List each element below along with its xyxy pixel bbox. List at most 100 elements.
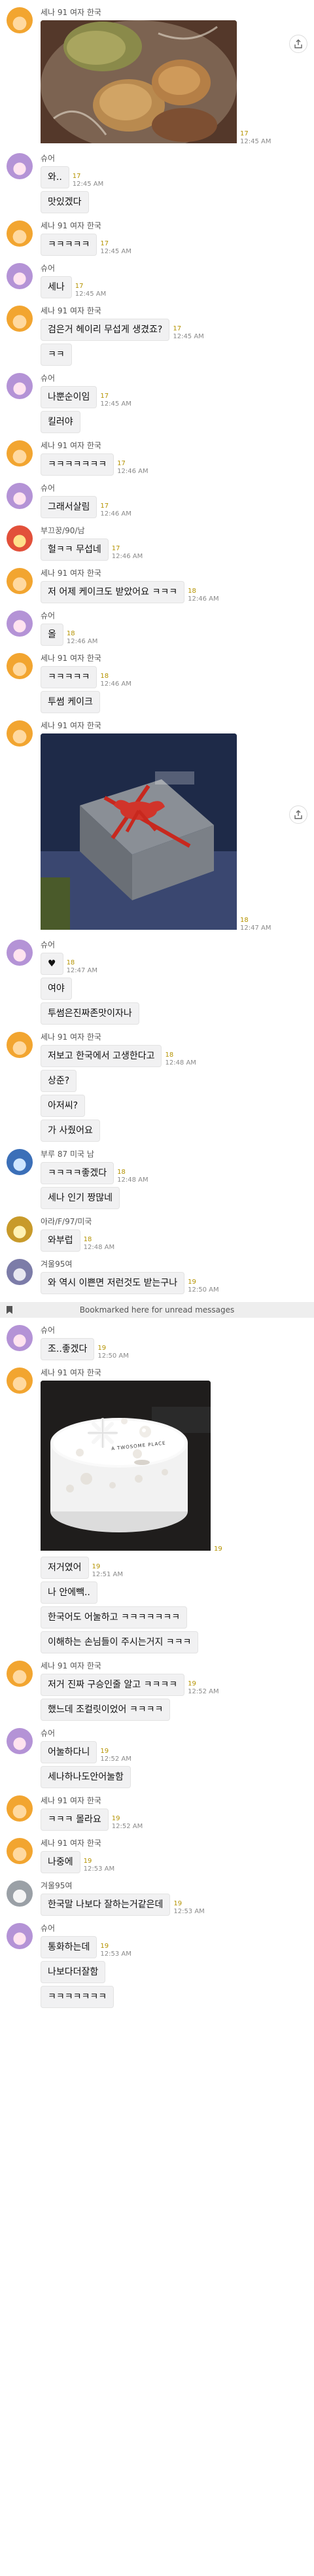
- message-bubble[interactable]: 한국어도 어눌하고 ㅋㅋㅋㅋㅋㅋㅋ: [41, 1606, 188, 1629]
- avatar[interactable]: [7, 525, 33, 552]
- avatar[interactable]: [7, 1216, 33, 1243]
- sender-name[interactable]: 슈어: [41, 1325, 309, 1336]
- avatar[interactable]: [7, 568, 33, 594]
- avatar[interactable]: [7, 373, 33, 399]
- avatar[interactable]: [7, 940, 33, 966]
- message-bubble[interactable]: 이해하는 손님들이 주시는거지 ㅋㅋㅋ: [41, 1631, 199, 1653]
- sender-name[interactable]: 슈어: [41, 610, 309, 622]
- avatar[interactable]: [7, 440, 33, 467]
- avatar[interactable]: [7, 1923, 33, 1949]
- sender-name[interactable]: 세나 91 여자 한국: [41, 440, 309, 451]
- message-bubble[interactable]: 저 어제 케이크도 받았어요 ㅋㅋㅋ: [41, 581, 185, 603]
- message-bubble[interactable]: 조..좋겠다: [41, 1338, 95, 1360]
- avatar[interactable]: [7, 221, 33, 247]
- avatar[interactable]: [7, 1032, 33, 1058]
- avatar[interactable]: [7, 7, 33, 33]
- sender-name[interactable]: 세나 91 여자 한국: [41, 568, 309, 579]
- avatar[interactable]: [7, 653, 33, 679]
- message-group: 세나 91 여자 한국 ㅋㅋㅋㅋㅋ 18 12:46 AM 투썸 케이크: [0, 653, 314, 713]
- message-bubble[interactable]: ㅋㅋㅋㅋ좋겠다: [41, 1162, 114, 1184]
- sender-name[interactable]: 세나 91 여자 한국: [41, 306, 309, 317]
- sender-name[interactable]: 세나 91 여자 한국: [41, 720, 309, 732]
- avatar[interactable]: [7, 610, 33, 637]
- sender-name[interactable]: 부루 87 미국 남: [41, 1149, 309, 1160]
- message-bubble[interactable]: 올: [41, 624, 63, 646]
- avatar[interactable]: [7, 1880, 33, 1907]
- message-bubble[interactable]: 저거 진짜 구승인줄 알고 ㅋㅋㅋㅋ: [41, 1674, 185, 1696]
- sender-name[interactable]: 슈어: [41, 373, 309, 384]
- message-bubble[interactable]: 저거였어: [41, 1557, 89, 1579]
- photo-message[interactable]: [41, 20, 237, 146]
- avatar[interactable]: [7, 720, 33, 747]
- sender-name[interactable]: 세나 91 여자 한국: [41, 221, 309, 232]
- avatar[interactable]: [7, 263, 33, 289]
- avatar[interactable]: [7, 1838, 33, 1864]
- photo-message[interactable]: [41, 733, 237, 932]
- sender-name[interactable]: 세나 91 여자 한국: [41, 653, 309, 664]
- message-bubble[interactable]: 세나 인기 짱많네: [41, 1187, 120, 1209]
- sender-name[interactable]: 세나 91 여자 한국: [41, 1032, 309, 1043]
- sender-name[interactable]: 슈어: [41, 153, 309, 164]
- message-bubble[interactable]: 와부럽: [41, 1229, 80, 1252]
- avatar[interactable]: [7, 1367, 33, 1394]
- sender-name[interactable]: 슈어: [41, 263, 309, 274]
- message-bubble[interactable]: 킬러야: [41, 411, 80, 433]
- sender-name[interactable]: 슈어: [41, 1923, 309, 1934]
- message-bubble[interactable]: ㅋㅋㅋㅋㅋ: [41, 666, 97, 688]
- sender-name[interactable]: 세나 91 여자 한국: [41, 7, 309, 18]
- message-bubble[interactable]: ㅋㅋ: [41, 344, 72, 366]
- message-bubble[interactable]: 나뿐순이임: [41, 386, 97, 408]
- message-bubble[interactable]: 세나: [41, 276, 72, 298]
- avatar[interactable]: [7, 1728, 33, 1754]
- sender-name[interactable]: 겨울95여: [41, 1880, 309, 1892]
- avatar[interactable]: [7, 1795, 33, 1822]
- message-bubble[interactable]: 저보고 한국에서 고생한다고: [41, 1045, 162, 1067]
- sender-name[interactable]: 아라/F/97/미국: [41, 1216, 309, 1227]
- message-bubble[interactable]: 투썸 케이크: [41, 691, 100, 713]
- message-bubble[interactable]: 나보다더잘함: [41, 1961, 106, 1983]
- message-bubble[interactable]: 검은거 헤이리 무섭게 생겼죠?: [41, 319, 170, 341]
- avatar[interactable]: [7, 306, 33, 332]
- message-bubble[interactable]: 와..: [41, 166, 69, 188]
- message-bubble[interactable]: 어눌하다니: [41, 1741, 97, 1763]
- message-bubble[interactable]: ㅋㅋㅋ 몰라요: [41, 1808, 109, 1831]
- message-bubble[interactable]: 맛있겠다: [41, 191, 89, 213]
- message-bubble[interactable]: 통화하는데: [41, 1936, 97, 1958]
- message-bubble[interactable]: ㅋㅋㅋㅋㅋ: [41, 234, 97, 256]
- message-bubble[interactable]: 상준?: [41, 1070, 77, 1092]
- avatar[interactable]: [7, 1259, 33, 1285]
- photo-message[interactable]: A TWOSOME PLACE: [41, 1381, 211, 1553]
- message-bubble[interactable]: 와 역시 이쁜면 저런것도 받는구나: [41, 1272, 185, 1294]
- sender-name[interactable]: 세나 91 여자 한국: [41, 1661, 309, 1672]
- share-button[interactable]: [289, 35, 307, 53]
- message-bubble[interactable]: 여야: [41, 978, 72, 1000]
- sender-name[interactable]: 슈어: [41, 940, 309, 951]
- avatar[interactable]: [7, 1325, 33, 1351]
- message-bubble[interactable]: 했느데 조컬릿이었어 ㅋㅋㅋㅋ: [41, 1699, 171, 1721]
- message-bubble[interactable]: 나 안에빽..: [41, 1581, 97, 1604]
- sender-name[interactable]: 겨울95여: [41, 1259, 309, 1270]
- avatar[interactable]: [7, 483, 33, 509]
- message-bubble[interactable]: 투썸은진짜존맛이자나: [41, 1002, 139, 1025]
- message-bubble[interactable]: ㅋㅋㅋㅋㅋㅋㅋ: [41, 1986, 114, 2008]
- share-button[interactable]: [289, 805, 307, 824]
- message-bubble[interactable]: 헐ㅋㅋ 무섭네: [41, 538, 109, 561]
- avatar[interactable]: [7, 1149, 33, 1175]
- sender-name[interactable]: 부끄꿍/90/남: [41, 525, 309, 537]
- message-bubble[interactable]: 아저씨?: [41, 1095, 86, 1117]
- chat-thread[interactable]: 세나 91 여자 한국 17 12:45 AM 슈어 와.. 17 12:45 AM 맛있겠다…: [0, 0, 314, 2576]
- message-bubble[interactable]: 그래서살림: [41, 496, 97, 518]
- message-bubble[interactable]: 나중에: [41, 1851, 80, 1873]
- message-bubble[interactable]: 가 사줬어요: [41, 1120, 100, 1142]
- sender-name[interactable]: 세나 91 여자 한국: [41, 1367, 309, 1379]
- sender-name[interactable]: 슈어: [41, 1728, 309, 1739]
- sender-name[interactable]: 슈어: [41, 483, 309, 494]
- message-bubble[interactable]: 세나하나도안어눌함: [41, 1766, 131, 1788]
- sender-name[interactable]: 세나 91 여자 한국: [41, 1838, 309, 1849]
- sender-name[interactable]: 세나 91 여자 한국: [41, 1795, 309, 1807]
- avatar[interactable]: [7, 153, 33, 179]
- message-bubble[interactable]: 한국말 나보다 잘하는거같은데: [41, 1894, 171, 1916]
- message-bubble[interactable]: ㅋㅋㅋㅋㅋㅋㅋ: [41, 453, 114, 476]
- avatar[interactable]: [7, 1661, 33, 1687]
- message-bubble[interactable]: ♥: [41, 953, 63, 975]
